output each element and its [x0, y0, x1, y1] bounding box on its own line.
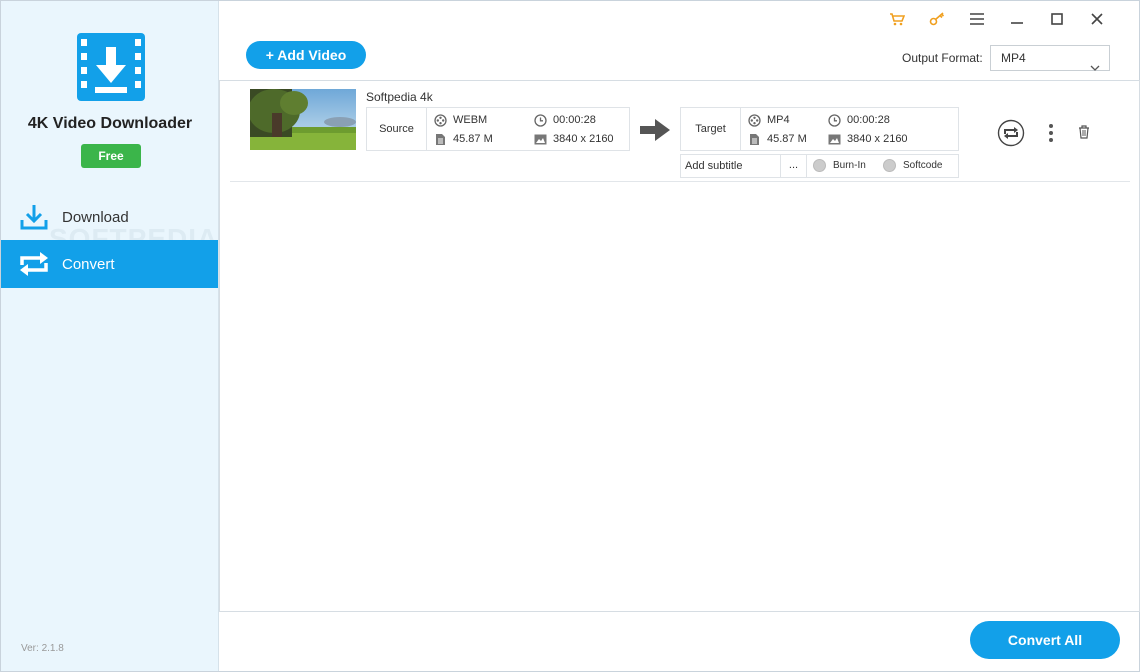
video-list: Softpedia 4k Source WEBM 00:00:28 45.87 …: [219, 80, 1140, 612]
image-icon: [533, 132, 547, 146]
sidebar-item-download[interactable]: Download: [1, 193, 218, 241]
clock-icon: [533, 113, 547, 127]
output-format-select[interactable]: MP4: [990, 45, 1110, 71]
app-window: 4K Video Downloader Free Download SOFTPE…: [0, 0, 1140, 672]
target-duration: 00:00:28: [847, 114, 890, 126]
subtitle-browse-button[interactable]: ...: [781, 155, 807, 177]
source-size: 45.87 M: [453, 133, 493, 145]
file-icon: [747, 132, 761, 146]
close-icon[interactable]: [1077, 9, 1117, 29]
title-controls: [877, 9, 1117, 29]
sidebar-item-label: Download: [62, 208, 129, 226]
key-icon[interactable]: [917, 9, 957, 29]
file-icon: [433, 132, 447, 146]
film-reel-icon: [747, 113, 761, 127]
target-size: 45.87 M: [767, 133, 807, 145]
minimize-icon[interactable]: [997, 9, 1037, 29]
target-resolution: 3840 x 2160: [847, 133, 908, 145]
subtitle-input[interactable]: Add subtitle: [681, 155, 781, 177]
image-icon: [827, 132, 841, 146]
target-format: MP4: [767, 114, 790, 126]
burn-in-radio[interactable]: Burn-In: [813, 159, 866, 172]
sidebar: 4K Video Downloader Free Download SOFTPE…: [1, 1, 219, 671]
source-duration: 00:00:28: [553, 114, 596, 126]
subtitle-controls: Add subtitle ... Burn-In Softcode: [680, 154, 959, 178]
output-format-value: MP4: [1001, 51, 1026, 65]
version-label: Ver: 2.1.8: [21, 643, 64, 654]
source-info: Source WEBM 00:00:28 45.87 M 3840 x 2160: [366, 107, 630, 151]
film-reel-icon: [433, 113, 447, 127]
video-name: Softpedia 4k: [366, 90, 433, 104]
convert-item-icon[interactable]: [997, 119, 1025, 147]
radio-dot: [883, 159, 896, 172]
free-badge: Free: [81, 144, 141, 168]
arrow-right-icon: [640, 119, 670, 146]
burn-in-label: Burn-In: [833, 160, 866, 171]
cart-icon[interactable]: [877, 9, 917, 29]
trash-icon[interactable]: [1077, 124, 1091, 140]
add-video-button[interactable]: + Add Video: [246, 41, 366, 69]
sidebar-item-label: Convert: [62, 255, 115, 273]
video-thumbnail[interactable]: [250, 89, 356, 150]
convert-all-button[interactable]: Convert All: [970, 621, 1120, 659]
source-label: Source: [367, 108, 427, 150]
sidebar-item-convert[interactable]: Convert: [1, 240, 218, 288]
output-format-label: Output Format:: [902, 51, 983, 65]
app-name: 4K Video Downloader: [27, 115, 193, 132]
softcode-radio[interactable]: Softcode: [883, 159, 942, 172]
maximize-icon[interactable]: [1037, 9, 1077, 29]
more-options-icon[interactable]: [1045, 122, 1057, 144]
source-format: WEBM: [453, 114, 488, 126]
menu-icon[interactable]: [957, 9, 997, 29]
source-resolution: 3840 x 2160: [553, 133, 614, 145]
radio-dot: [813, 159, 826, 172]
target-info[interactable]: Target MP4 00:00:28 45.87 M 3840 x 2160: [680, 107, 959, 151]
video-row: Softpedia 4k Source WEBM 00:00:28 45.87 …: [230, 81, 1130, 182]
softcode-label: Softcode: [903, 160, 943, 171]
chevron-down-icon: [1090, 55, 1100, 79]
clock-icon: [827, 113, 841, 127]
app-logo-icon: [77, 33, 145, 101]
download-icon: [17, 202, 51, 232]
convert-icon: [17, 249, 51, 279]
target-label: Target: [681, 108, 741, 150]
